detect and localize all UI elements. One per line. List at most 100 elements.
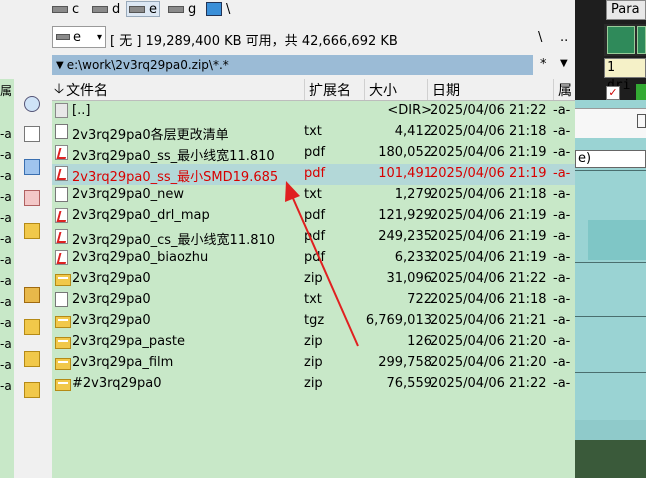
file-attr: -a- — [553, 292, 571, 307]
drive-button-network[interactable]: \ — [206, 1, 230, 17]
file-row[interactable]: 2v3rq29pa0_biaozhu pdf 6,233 2025/04/06 21:… — [52, 248, 575, 269]
file-size: <DIR> — [387, 103, 432, 118]
header-attr-label: 属 — [558, 82, 572, 99]
file-name: 2v3rq29pa0 — [72, 271, 151, 286]
file-row[interactable]: 2v3rq29pa0 zip 31,096 2025/04/06 21:22 -a- — [52, 269, 575, 290]
file-row[interactable]: 2v3rq29pa_film zip 299,758 2025/04/06 21:20… — [52, 353, 575, 374]
folder-icon[interactable] — [24, 351, 40, 367]
move-icon[interactable] — [24, 190, 40, 206]
file-attr: -a- — [553, 103, 571, 118]
file-attr: -a- — [553, 376, 571, 391]
file-size: 249,235 — [378, 229, 432, 244]
file-row[interactable]: 2v3rq29pa0_new txt 1,279 2025/04/06 21:18 -a… — [52, 185, 575, 206]
search-icon[interactable] — [24, 96, 40, 112]
file-row[interactable]: 2v3rq29pa0_ss_最小线宽11.810 pdf 180,052 2025/0… — [52, 143, 575, 164]
checkbox-icon[interactable]: ✓ — [606, 86, 620, 100]
new-folder-icon[interactable] — [24, 319, 40, 335]
header-date-label: 日期 — [432, 82, 460, 99]
left-panel-attr: -a — [0, 316, 12, 330]
header-size[interactable]: 大小 — [365, 79, 428, 100]
left-panel-attr: -a — [0, 211, 12, 225]
background-text-field[interactable]: e) — [575, 150, 646, 168]
zip-icon — [55, 316, 71, 328]
header-size-label: 大小 — [369, 82, 397, 99]
file-attr: -a- — [553, 145, 571, 160]
left-panel-attr: -a — [0, 379, 12, 393]
history-button[interactable]: * — [540, 57, 547, 72]
tool-button-icon[interactable] — [637, 26, 646, 54]
file-row[interactable]: [..] <DIR> 2025/04/06 21:22 -a- — [52, 101, 575, 122]
folder-icon[interactable] — [24, 223, 40, 239]
drive-button-g[interactable]: g — [168, 1, 196, 17]
header-name[interactable]: 🡣 文件名 — [52, 79, 305, 100]
header-date[interactable]: 日期 — [428, 79, 554, 100]
drive-label: d — [112, 1, 121, 17]
left-panel-attr: -a — [0, 274, 12, 288]
background-window-tab[interactable]: Para — [606, 0, 646, 20]
divider — [575, 316, 646, 317]
vertical-toolbar — [14, 79, 52, 478]
file-size: 722 — [407, 292, 432, 307]
header-ext[interactable]: 扩展名 — [305, 79, 365, 100]
file-size: 180,052 — [378, 145, 432, 160]
pdf-icon — [55, 166, 68, 181]
left-panel-attr: -a — [0, 337, 12, 351]
file-size: 101,491 — [378, 166, 432, 181]
file-row[interactable]: 2v3rq29pa0_cs_最小线宽11.810 pdf 249,235 2025/0… — [52, 227, 575, 248]
file-ext: zip — [304, 355, 323, 370]
file-ext: pdf — [304, 250, 326, 265]
gift-icon[interactable] — [24, 287, 40, 303]
history-dropdown-icon[interactable]: ▼ — [560, 58, 568, 69]
drive-label: c — [72, 1, 80, 17]
header-name-label: 文件名 — [66, 82, 109, 99]
file-name: 2v3rq29pa0_new — [72, 187, 185, 202]
file-row-selected[interactable]: 2v3rq29pa0_ss_最小SMD19.685 pdf 101,491 2025/… — [52, 164, 575, 185]
pdf-icon — [55, 208, 68, 223]
file-size: 299,758 — [378, 355, 432, 370]
left-panel-attr: -a — [0, 169, 12, 183]
drive-select[interactable]: e ▾ — [52, 26, 106, 48]
header-attr[interactable]: 属 — [554, 79, 575, 100]
file-row[interactable]: 2v3rq29pa0各层更改清单 txt 4,412 2025/04/06 21:18… — [52, 122, 575, 143]
file-row[interactable]: #2v3rq29pa0 zip 76,559 2025/04/06 21:22 -a- — [52, 374, 575, 395]
background-drive-field[interactable]: 1 dri — [604, 58, 646, 93]
drive-label: e — [149, 1, 157, 17]
view-file-icon[interactable] — [24, 126, 40, 142]
divider — [575, 170, 646, 171]
path-bar[interactable]: ▼ e:\work\2v3rq29pa0.zip\*.* — [52, 55, 533, 75]
drive-button-e[interactable]: e — [126, 1, 160, 17]
file-date: 2025/04/06 21:19 — [430, 166, 547, 181]
file-ext: txt — [304, 187, 322, 202]
file-ext: tgz — [304, 313, 325, 328]
zip-icon — [55, 337, 71, 349]
drive-bar: c d e g \ — [0, 0, 575, 19]
file-row[interactable]: 2v3rq29pa0 tgz 6,769,013 2025/04/06 21:21 -a… — [52, 311, 575, 332]
chevron-down-icon: ▾ — [96, 31, 102, 43]
dropdown-arrow-icon: ▼ — [56, 59, 64, 71]
copy-icon[interactable] — [24, 159, 40, 175]
file-size: 6,233 — [394, 250, 432, 265]
zip-icon — [55, 379, 71, 391]
file-size: 1,279 — [394, 187, 432, 202]
column-header: 🡣 文件名 扩展名 大小 日期 属 — [52, 79, 575, 101]
file-size: 76,559 — [386, 376, 433, 391]
status-indicator — [636, 84, 646, 100]
file-name: 2v3rq29pa0各层更改清单 — [72, 128, 229, 143]
folder-icon[interactable] — [24, 382, 40, 398]
root-dir-button[interactable]: \ — [538, 30, 542, 45]
zip-icon — [55, 274, 71, 286]
file-row[interactable]: 2v3rq29pa0_drl_map pdf 121,929 2025/04/06 2… — [52, 206, 575, 227]
drive-icon — [52, 5, 68, 13]
drive-button-c[interactable]: c — [52, 1, 79, 17]
parent-dir-button[interactable]: .. — [560, 30, 568, 45]
file-date: 2025/04/06 21:20 — [430, 334, 547, 349]
file-ext: pdf — [304, 145, 326, 160]
drive-label: \ — [226, 1, 231, 17]
tool-button-icon[interactable] — [607, 26, 635, 54]
file-row[interactable]: 2v3rq29pa_paste zip 126 2025/04/06 21:20 -a- — [52, 332, 575, 353]
file-name: 2v3rq29pa0_ss_最小SMD19.685 — [72, 170, 279, 185]
file-attr: -a- — [553, 334, 571, 349]
drive-button-d[interactable]: d — [92, 1, 120, 17]
file-row[interactable]: 2v3rq29pa0 txt 722 2025/04/06 21:18 -a- — [52, 290, 575, 311]
file-size: 121,929 — [378, 208, 432, 223]
